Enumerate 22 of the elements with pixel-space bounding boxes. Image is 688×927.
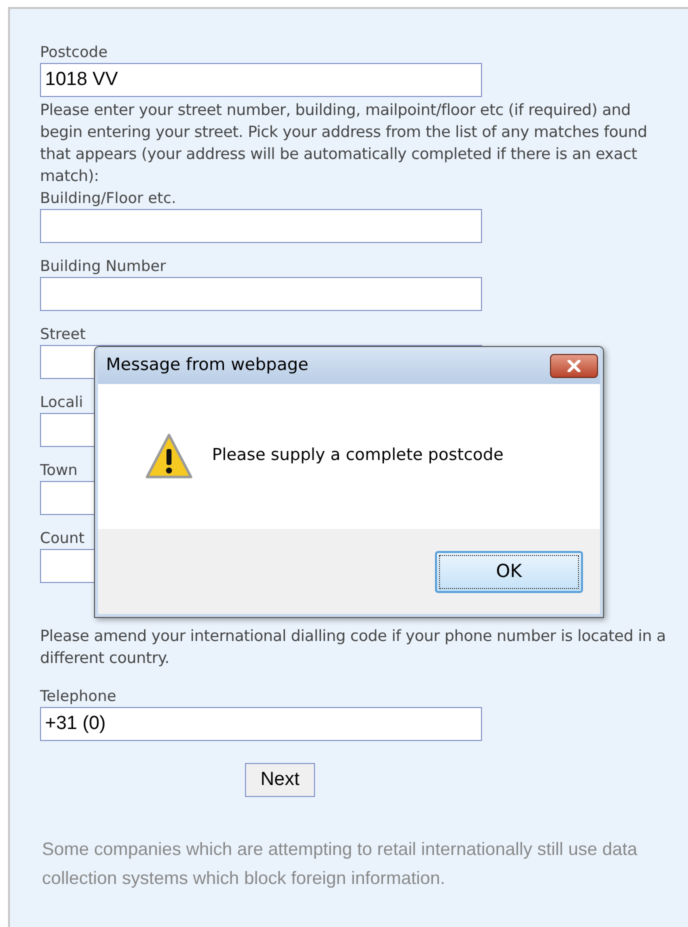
warning-icon (144, 432, 194, 480)
dialog-message: Please supply a complete postcode (212, 444, 504, 466)
field-label: Building Number (40, 256, 166, 277)
ok-button[interactable]: OK (435, 550, 583, 592)
field-label: Count (40, 528, 85, 549)
instructions-text: Please enter your street number, building, mailpoint/floor etc (if required) and begin entering your street. Pick your address from the list of any matches found that appears (your address will be automatically completed if there is an exact match): (40, 100, 648, 187)
footer-text: Some companies which are attempting to retail internationally still use data collection systems which block foreign information. (42, 838, 638, 890)
field-label: Telephone (40, 686, 116, 707)
next-button[interactable]: Next (245, 763, 315, 797)
field-label: Locali (40, 392, 84, 413)
input-field[interactable]: +31 (0) (40, 707, 482, 741)
field-label: Town (40, 460, 78, 481)
phone-note: Please amend your international dialling code if your phone number is located in a different country. (40, 626, 667, 669)
input-field[interactable]: 1018 VV (40, 63, 482, 97)
field-label: Building/Floor etc. (40, 188, 176, 209)
input-field[interactable] (40, 209, 482, 243)
field-label: Street (40, 324, 86, 345)
dialog-title: Message from webpage (106, 354, 308, 377)
field-label: Postcode (40, 42, 108, 63)
close-icon (566, 360, 582, 372)
input-field[interactable] (40, 277, 482, 311)
close-button[interactable] (550, 354, 598, 378)
